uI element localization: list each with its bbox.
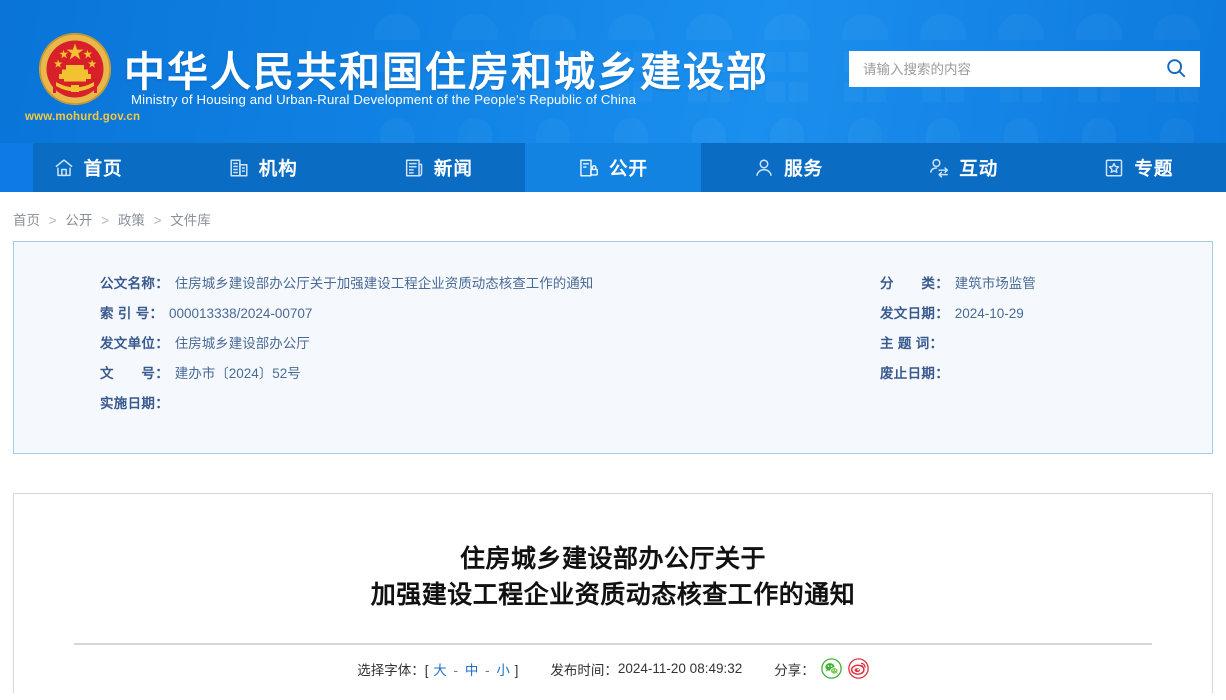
document-title-line1: 住房城乡建设部办公厅关于 <box>459 545 766 573</box>
font-size-dash: - <box>485 662 490 678</box>
nav-label: 首页 <box>83 157 123 179</box>
metadata-row-abolition-date: 废止日期 ： <box>880 362 1200 392</box>
breadcrumb: 首页 > 公开 > 政策 > 文件库 <box>0 192 1226 241</box>
metadata-row-index-no: 索 引 号 ： 000013338/2024-00707 <box>100 302 870 332</box>
metadata-label: 索 引 号 <box>100 306 150 321</box>
metadata-row-doc-number: 文 号 ： 建办市〔2024〕52号 <box>100 362 870 392</box>
font-size-options: [ 大 - 中 - 小 ] <box>425 659 519 679</box>
nav-item-topic[interactable]: 专题 <box>1051 143 1226 192</box>
metadata-colon: ： <box>155 276 169 291</box>
metadata-value: 2024-10-29 <box>954 306 1024 321</box>
metadata-value: 建办市〔2024〕52号 <box>174 366 301 381</box>
service-icon <box>753 157 775 179</box>
metadata-colon: ： <box>155 336 169 351</box>
metadata-row-issuing-unit: 发文单位 ： 住房城乡建设部办公厅 <box>100 332 870 362</box>
breadcrumb-separator: > <box>101 213 110 228</box>
national-emblem-icon <box>36 30 114 108</box>
nav-item-news[interactable]: 新闻 <box>350 143 525 192</box>
metadata-label: 废止日期 <box>880 366 936 381</box>
publish-time-value: 2024-11-20 08:49:32 <box>617 661 743 676</box>
font-size-selector: 选择字体： [ 大 - 中 - 小 ] <box>357 659 518 679</box>
breadcrumb-item-disclosure[interactable]: 公开 <box>65 213 92 228</box>
publish-time-group: 发布时间： 2024-11-20 08:49:32 <box>550 659 742 679</box>
search-icon <box>1165 57 1187 82</box>
metadata-row-subject-terms: 主 题 词 ： <box>880 332 1200 362</box>
metadata-label: 公文名称 <box>100 276 156 291</box>
document-title: 住房城乡建设部办公厅关于 加强建设工程企业资质动态核查工作的通知 <box>74 541 1152 613</box>
main-navigation: 首页 机构 新闻 公开 服务 互动 专题 <box>0 143 1226 192</box>
metadata-label: 分 类 <box>880 276 936 291</box>
wechat-icon[interactable] <box>820 658 842 679</box>
home-icon <box>53 157 75 179</box>
metadata-label: 主 题 词 <box>880 336 930 351</box>
search-box[interactable] <box>849 51 1200 87</box>
share-icon-list <box>820 658 869 679</box>
font-size-dash: - <box>453 662 459 678</box>
metadata-value: 住房城乡建设部办公厅关于加强建设工程企业资质动态核查工作的通知 <box>174 276 594 291</box>
search-button[interactable] <box>1152 51 1200 87</box>
breadcrumb-item-policy[interactable]: 政策 <box>118 213 145 228</box>
metadata-row-category: 分 类 ： 建筑市场监管 <box>880 272 1200 302</box>
interaction-icon <box>928 157 950 179</box>
nav-item-organization[interactable]: 机构 <box>175 143 350 192</box>
metadata-left-column: 公文名称 ： 住房城乡建设部办公厅关于加强建设工程企业资质动态核查工作的通知 索… <box>100 272 870 422</box>
metadata-colon: ： <box>155 366 169 381</box>
nav-label: 互动 <box>959 157 999 179</box>
metadata-row-issue-date: 发文日期 ： 2024-10-29 <box>880 302 1200 332</box>
font-size-label: 选择字体： <box>357 662 425 678</box>
site-title-cn: 中华人民共和国住房和城乡建设部 <box>124 49 769 95</box>
breadcrumb-separator: > <box>153 213 162 228</box>
document-content-card: 住房城乡建设部办公厅关于 加强建设工程企业资质动态核查工作的通知 选择字体： [… <box>13 493 1213 693</box>
bracket-open: [ <box>424 662 429 678</box>
publish-time-label: 发布时间： <box>550 662 618 678</box>
disclosure-icon <box>578 157 600 179</box>
metadata-colon: ： <box>935 306 949 321</box>
search-input[interactable] <box>849 52 1152 86</box>
nav-item-disclosure[interactable]: 公开 <box>525 143 701 192</box>
nav-label: 新闻 <box>433 157 473 179</box>
nav-item-service[interactable]: 服务 <box>701 143 876 192</box>
metadata-colon: ： <box>929 336 944 351</box>
metadata-value: 000013338/2024-00707 <box>169 306 313 321</box>
metadata-label: 实施日期 <box>100 396 156 411</box>
metadata-colon: ： <box>155 396 169 411</box>
nav-item-home[interactable]: 首页 <box>0 143 175 192</box>
nav-label: 专题 <box>1134 157 1174 179</box>
metadata-label: 文 号 <box>100 366 156 381</box>
font-size-small-button[interactable]: 小 <box>496 663 510 678</box>
font-size-medium-button[interactable]: 中 <box>465 663 479 678</box>
document-toolbar: 选择字体： [ 大 - 中 - 小 ] 发布时间： 2024-11-20 08:… <box>74 645 1152 679</box>
metadata-colon: ： <box>935 366 949 381</box>
share-label: 分享： <box>774 662 815 678</box>
breadcrumb-item-filelibrary[interactable]: 文件库 <box>170 213 211 228</box>
metadata-value: 建筑市场监管 <box>954 276 1036 291</box>
bracket-close: ] <box>514 662 519 678</box>
site-header: www.mohurd.gov.cn 中华人民共和国住房和城乡建设部 Minist… <box>0 0 1226 143</box>
site-url-text: www.mohurd.gov.cn <box>25 111 141 123</box>
share-group: 分享： <box>774 658 869 679</box>
document-metadata-panel: 公文名称 ： 住房城乡建设部办公厅关于加强建设工程企业资质动态核查工作的通知 索… <box>13 241 1213 454</box>
topic-icon <box>1103 157 1125 179</box>
metadata-colon: ： <box>935 276 949 291</box>
nav-label: 机构 <box>258 157 298 179</box>
document-title-line2: 加强建设工程企业资质动态核查工作的通知 <box>370 581 856 609</box>
metadata-right-column: 分 类 ： 建筑市场监管 发文日期 ： 2024-10-29 主 题 词 ： 废… <box>880 272 1200 392</box>
metadata-value: 住房城乡建设部办公厅 <box>174 336 310 351</box>
font-size-large-button[interactable]: 大 <box>433 663 447 678</box>
nav-item-interaction[interactable]: 互动 <box>876 143 1051 192</box>
metadata-row-doc-name: 公文名称 ： 住房城乡建设部办公厅关于加强建设工程企业资质动态核查工作的通知 <box>100 272 870 302</box>
breadcrumb-separator: > <box>48 213 57 228</box>
site-title-en: Ministry of Housing and Urban-Rural Deve… <box>131 92 637 107</box>
metadata-row-effective-date: 实施日期 ： <box>100 392 870 422</box>
building-icon <box>228 157 250 179</box>
news-icon <box>403 157 425 179</box>
metadata-label: 发文日期 <box>880 306 936 321</box>
metadata-label: 发文单位 <box>100 336 156 351</box>
breadcrumb-item-home[interactable]: 首页 <box>13 213 40 228</box>
nav-label: 服务 <box>784 157 824 179</box>
nav-label: 公开 <box>608 157 648 179</box>
metadata-colon: ： <box>149 306 164 321</box>
weibo-icon[interactable] <box>847 658 869 679</box>
